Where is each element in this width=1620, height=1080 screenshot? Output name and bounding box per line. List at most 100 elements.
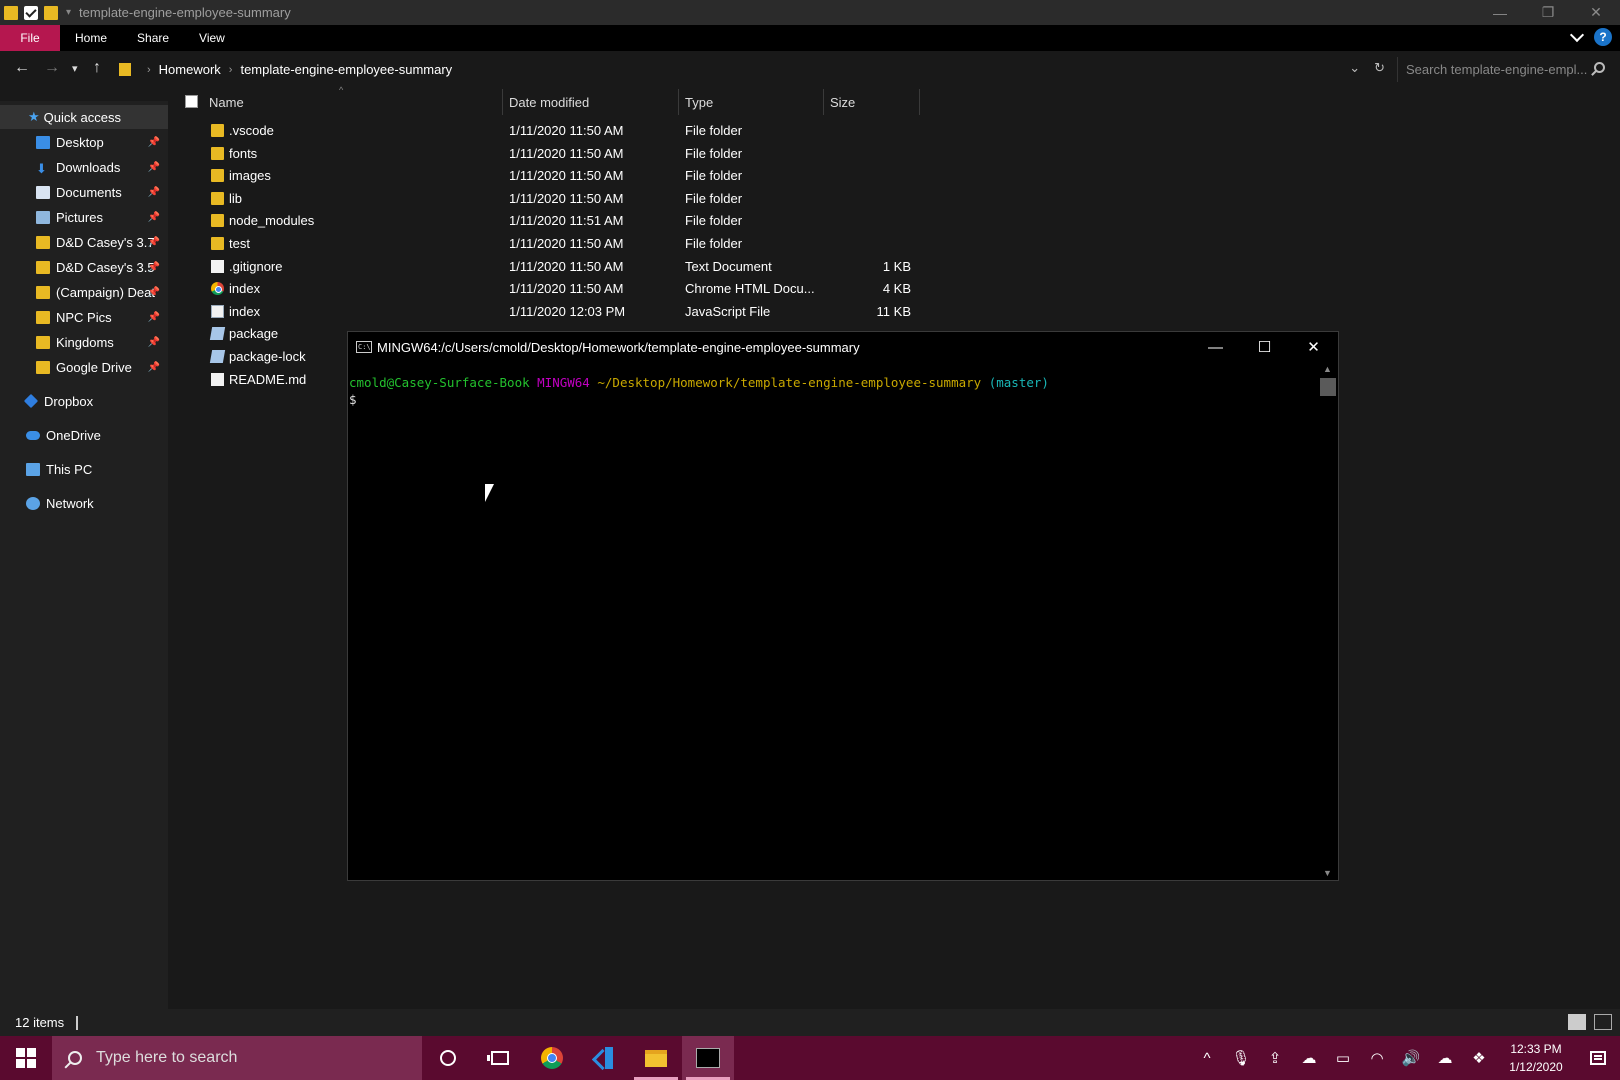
cloud-upload-icon[interactable]: ☁ <box>1428 1036 1462 1080</box>
taskbar-search-input[interactable]: Type here to search <box>52 1036 422 1080</box>
details-view-icon[interactable] <box>1568 1014 1586 1030</box>
clock[interactable]: 12:33 PM 1/12/2020 <box>1496 1040 1576 1076</box>
breadcrumb-homework[interactable]: Homework <box>159 62 221 77</box>
volume-icon[interactable]: 🔊 <box>1394 1036 1428 1080</box>
sidebar-item-this-pc[interactable]: This PC <box>0 457 168 481</box>
onedrive-tray-icon[interactable]: ☁ <box>1292 1036 1326 1080</box>
action-center-button[interactable] <box>1576 1036 1620 1080</box>
task-view-button[interactable] <box>474 1036 526 1080</box>
file-row[interactable]: lib 1/11/2020 11:50 AM File folder <box>168 188 888 210</box>
microphone-icon[interactable]: 🎙 <box>1224 1036 1258 1080</box>
taskbar-chrome[interactable] <box>526 1036 578 1080</box>
breadcrumb-chevron-icon[interactable]: › <box>229 64 233 76</box>
column-divider[interactable] <box>678 89 679 115</box>
pin-icon[interactable]: 📌 <box>148 212 160 223</box>
tab-file[interactable]: File <box>0 25 60 51</box>
search-icon[interactable] <box>1594 62 1605 73</box>
breadcrumb-current-folder[interactable]: template-engine-employee-summary <box>240 62 452 77</box>
tab-share[interactable]: Share <box>122 25 184 51</box>
terminal-close-button[interactable]: ✕ <box>1289 332 1338 362</box>
pin-icon[interactable]: 📌 <box>148 287 160 298</box>
minimize-button[interactable]: — <box>1476 0 1524 25</box>
sidebar-item-dnd-3-7[interactable]: D&D Casey's 3.7 📌 <box>0 230 168 254</box>
sidebar-item-pictures[interactable]: Pictures 📌 <box>0 205 168 229</box>
restore-button[interactable]: ❐ <box>1524 0 1572 25</box>
cortana-button[interactable] <box>422 1036 474 1080</box>
sidebar-item-desktop[interactable]: Desktop 📌 <box>0 130 168 154</box>
pin-icon[interactable]: 📌 <box>148 312 160 323</box>
terminal-maximize-button[interactable]: ☐ <box>1240 332 1289 362</box>
tab-view[interactable]: View <box>184 25 240 51</box>
sidebar-item-npc-pics[interactable]: NPC Pics 📌 <box>0 305 168 329</box>
file-row[interactable]: .gitignore 1/11/2020 11:50 AM Text Documen… <box>168 256 911 278</box>
column-header-size[interactable]: Size <box>830 87 915 117</box>
terminal-window[interactable]: C:\ MINGW64:/c/Users/cmold/Desktop/Homew… <box>347 331 1339 881</box>
show-hidden-icons-chevron-icon[interactable]: ^ <box>1190 1036 1224 1080</box>
folder-icon[interactable] <box>4 5 18 20</box>
file-row[interactable]: index 1/11/2020 11:50 AM Chrome HTML Docu.… <box>168 278 911 300</box>
pin-icon[interactable]: 📌 <box>148 337 160 348</box>
column-divider[interactable] <box>919 89 920 115</box>
recent-locations-chevron-icon[interactable]: ▾ <box>72 62 78 75</box>
taskbar-file-explorer[interactable] <box>630 1036 682 1080</box>
battery-icon[interactable]: ▭ <box>1326 1036 1360 1080</box>
large-icons-view-icon[interactable] <box>1594 1014 1612 1030</box>
terminal-scrollbar[interactable]: ▲ ▼ <box>1318 362 1338 880</box>
column-header-type[interactable]: Type <box>685 87 825 117</box>
forward-arrow-icon[interactable]: → <box>44 59 60 77</box>
column-header-date[interactable]: Date modified <box>509 87 674 117</box>
pin-icon[interactable]: 📌 <box>148 187 160 198</box>
up-arrow-icon[interactable]: ↑ <box>93 59 101 77</box>
scroll-down-icon[interactable]: ▼ <box>1323 868 1332 878</box>
customize-toolbar-dropdown-icon[interactable]: ▾ <box>66 7 71 18</box>
file-row[interactable]: test 1/11/2020 11:50 AM File folder <box>168 233 888 255</box>
sidebar-item-dropbox[interactable]: Dropbox <box>0 389 168 413</box>
file-row[interactable]: fonts 1/11/2020 11:50 AM File folder <box>168 143 888 165</box>
close-button[interactable]: ✕ <box>1572 0 1620 25</box>
scrollbar-thumb[interactable] <box>1320 378 1336 396</box>
file-row[interactable]: images 1/11/2020 11:50 AM File folder <box>168 165 888 187</box>
terminal-output[interactable]: cmold@Casey-Surface-Book MINGW64 ~/Deskt… <box>348 362 1318 880</box>
file-row[interactable]: .vscode 1/11/2020 11:50 AM File folder <box>168 120 888 142</box>
pin-icon[interactable]: 📌 <box>148 237 160 248</box>
breadcrumb-chevron-icon[interactable]: › <box>147 64 151 76</box>
sidebar-item-campaign[interactable]: (Campaign) Deat 📌 <box>0 280 168 304</box>
sidebar-item-dnd-3-5[interactable]: D&D Casey's 3.5 📌 <box>0 255 168 279</box>
sidebar-item-kingdoms[interactable]: Kingdoms 📌 <box>0 330 168 354</box>
sidebar-item-google-drive[interactable]: Google Drive 📌 <box>0 355 168 379</box>
dropbox-tray-icon[interactable]: ❖ <box>1462 1036 1496 1080</box>
address-bar[interactable]: › Homework › template-engine-employee-su… <box>115 57 1393 82</box>
sidebar-item-downloads[interactable]: ⬇ Downloads 📌 <box>0 155 168 179</box>
sidebar-item-onedrive[interactable]: OneDrive <box>0 423 168 447</box>
column-divider[interactable] <box>502 89 503 115</box>
screen-share-icon[interactable]: ⇪ <box>1258 1036 1292 1080</box>
file-row[interactable]: node_modules 1/11/2020 11:51 AM File folde… <box>168 210 888 232</box>
help-icon[interactable]: ? <box>1594 28 1612 46</box>
expand-ribbon-chevron-icon[interactable] <box>1569 27 1585 42</box>
sidebar-item-network[interactable]: Network <box>0 491 168 515</box>
input-line[interactable]: $ <box>349 391 1318 408</box>
terminal-minimize-button[interactable]: — <box>1191 332 1240 362</box>
sidebar-item-documents[interactable]: Documents 📌 <box>0 180 168 204</box>
start-button[interactable] <box>0 1036 52 1080</box>
properties-check-icon[interactable] <box>24 5 38 20</box>
refresh-icon[interactable]: ↻ <box>1374 60 1385 76</box>
pin-icon[interactable]: 📌 <box>148 162 160 173</box>
tab-home[interactable]: Home <box>60 25 122 51</box>
scroll-up-icon[interactable]: ▲ <box>1323 364 1332 374</box>
new-folder-icon[interactable] <box>44 5 58 20</box>
select-all-checkbox[interactable] <box>185 95 198 108</box>
search-input[interactable]: Search template-engine-empl... <box>1397 57 1613 82</box>
taskbar-vscode[interactable] <box>578 1036 630 1080</box>
taskbar-terminal[interactable] <box>682 1036 734 1080</box>
file-row[interactable]: index 1/11/2020 12:03 PM JavaScript File 11… <box>168 301 911 323</box>
back-arrow-icon[interactable]: ← <box>14 59 30 77</box>
terminal-titlebar[interactable]: C:\ MINGW64:/c/Users/cmold/Desktop/Homew… <box>348 332 1338 362</box>
column-header-name[interactable]: Name <box>209 87 479 117</box>
pin-icon[interactable]: 📌 <box>148 262 160 273</box>
terminal-icon[interactable]: C:\ <box>356 341 372 353</box>
column-divider[interactable] <box>823 89 824 115</box>
pin-icon[interactable]: 📌 <box>148 137 160 148</box>
pin-icon[interactable]: 📌 <box>148 362 160 373</box>
wifi-icon[interactable]: ◠ <box>1360 1036 1394 1080</box>
